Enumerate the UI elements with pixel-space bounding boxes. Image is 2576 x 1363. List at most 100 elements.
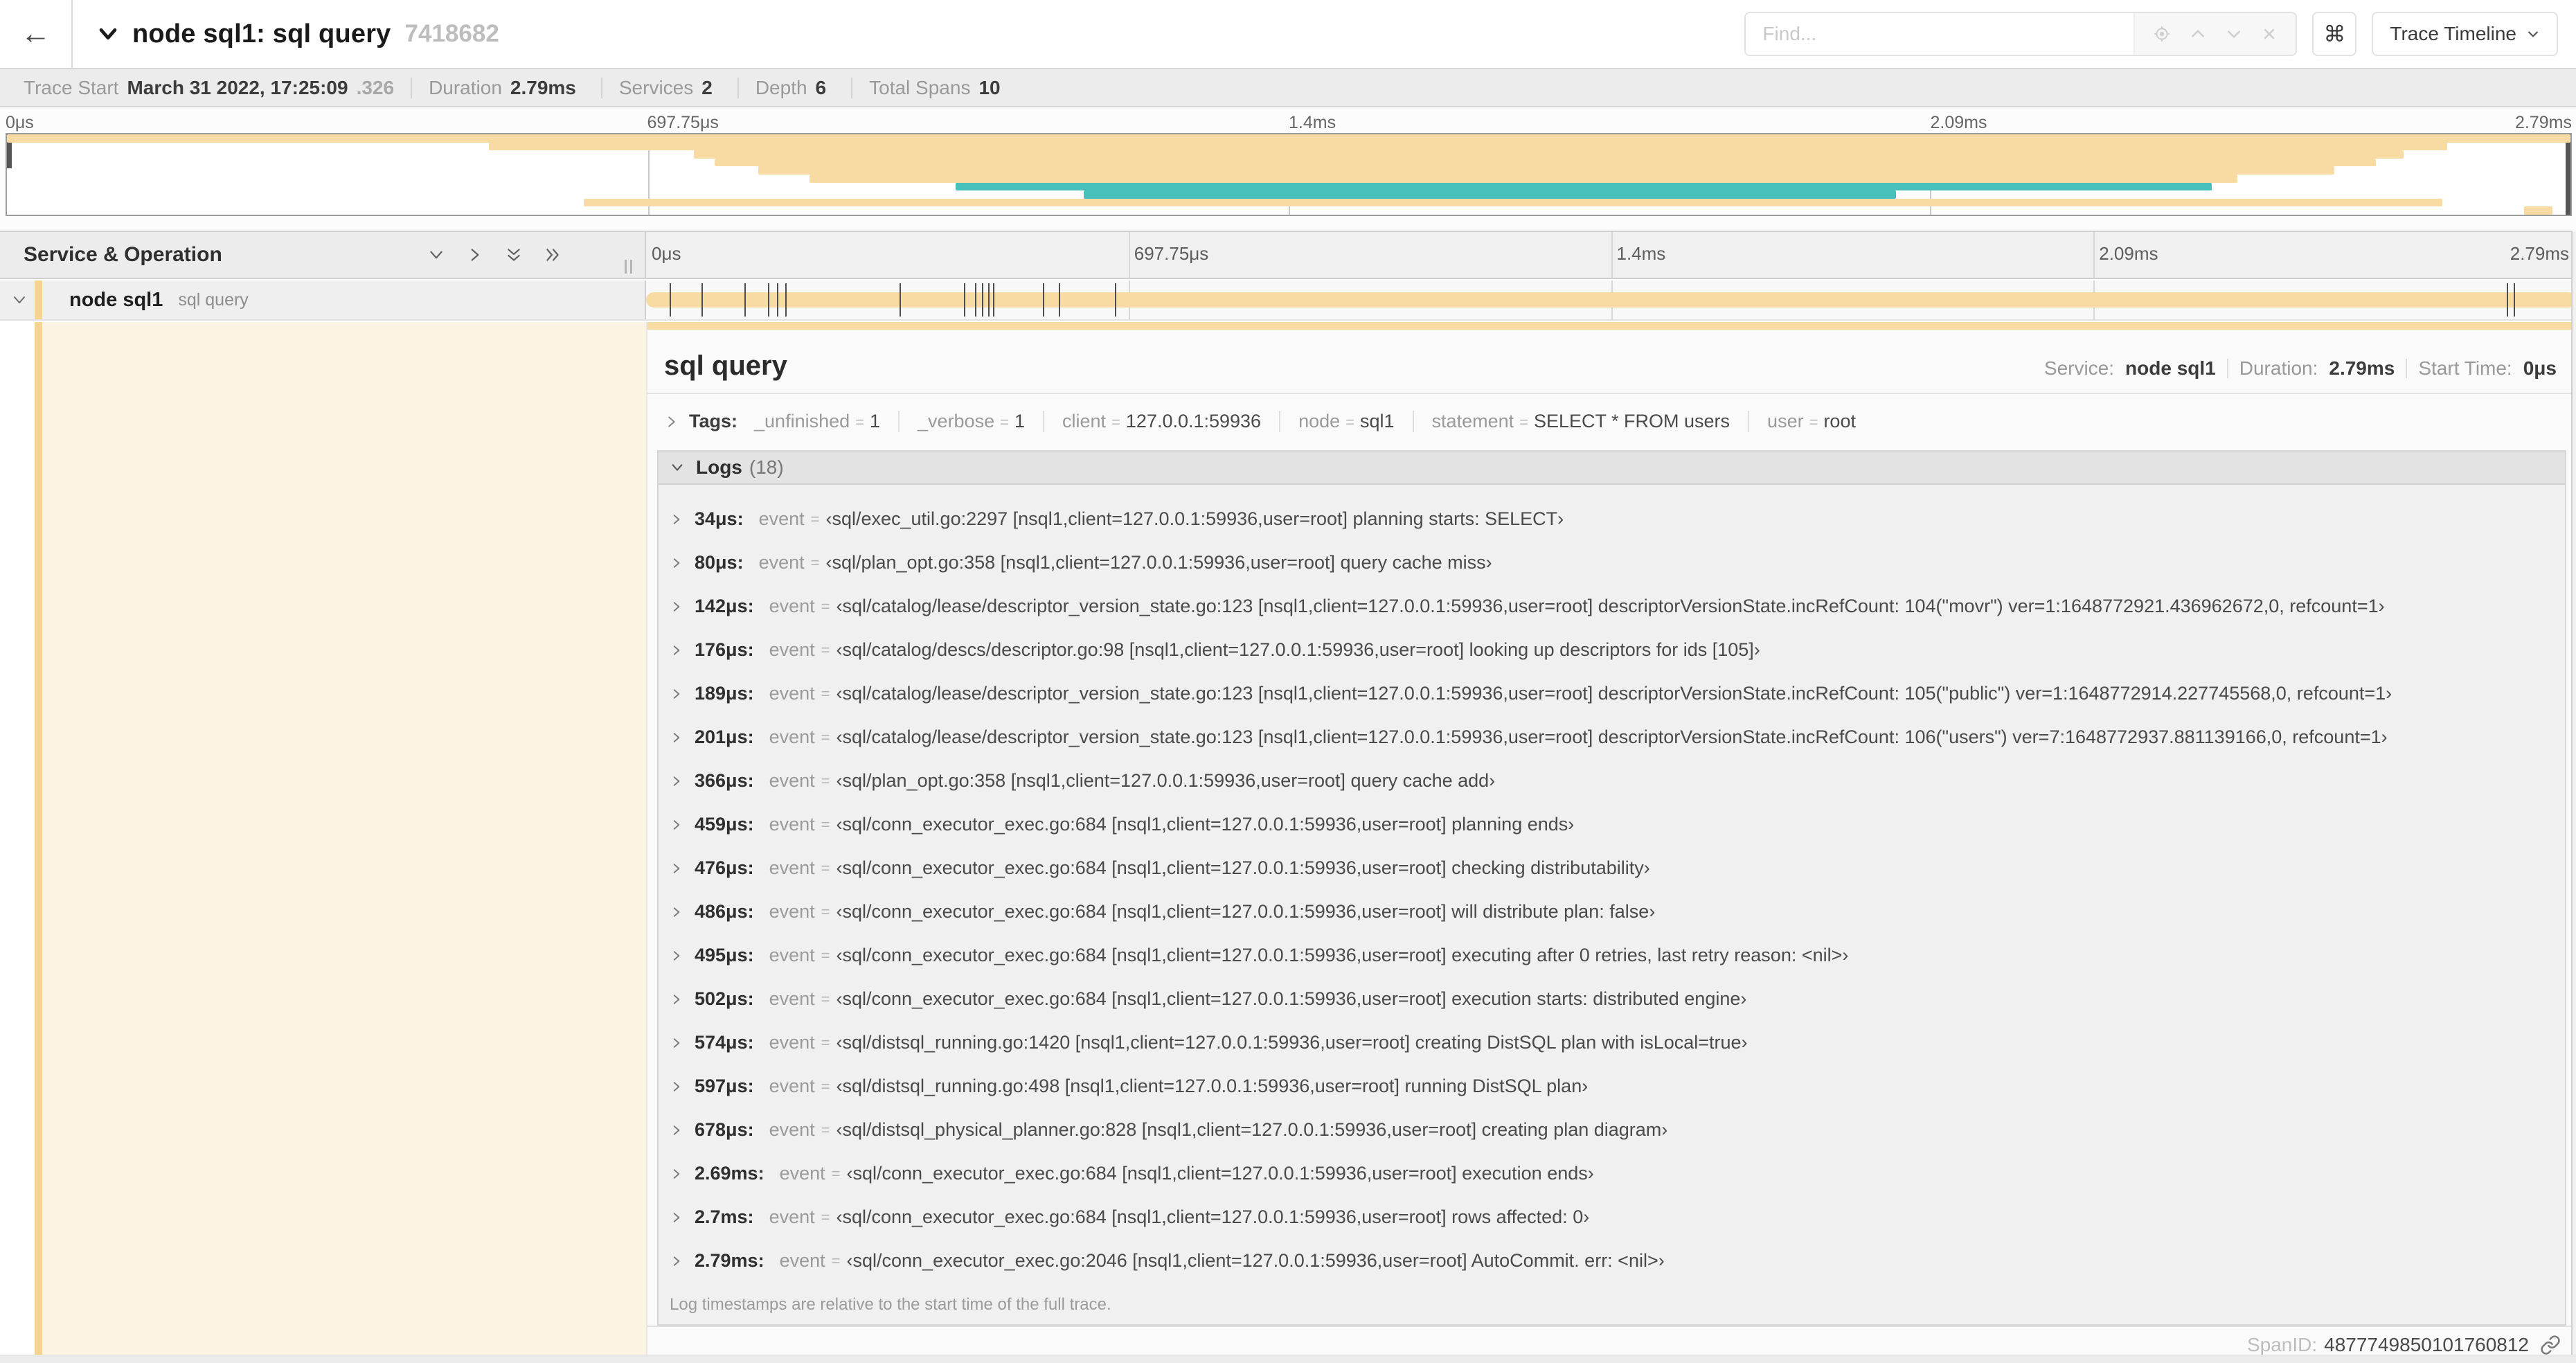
logs-title: Logs bbox=[696, 456, 742, 479]
log-expand-icon[interactable] bbox=[670, 1254, 683, 1268]
log-expand-icon[interactable] bbox=[670, 774, 683, 788]
collapse-controls bbox=[427, 232, 562, 278]
span-id-label: SpanID: bbox=[2246, 1334, 2318, 1356]
log-row[interactable]: 502μs: event = ‹sql/conn_executor_exec.g… bbox=[659, 977, 2565, 1021]
log-row[interactable]: 486μs: event = ‹sql/conn_executor_exec.g… bbox=[659, 890, 2565, 934]
log-expand-icon[interactable] bbox=[670, 1211, 683, 1224]
log-field-key: event bbox=[758, 552, 805, 573]
span-id-value: 4877749850101760812 bbox=[2324, 1334, 2529, 1356]
log-timestamp: 2.69ms: bbox=[695, 1163, 764, 1184]
log-row[interactable]: 142μs: event = ‹sql/catalog/lease/descri… bbox=[659, 585, 2565, 628]
tag-item[interactable]: node = sql1 bbox=[1279, 411, 1412, 433]
log-expand-icon[interactable] bbox=[670, 862, 683, 875]
log-expand-icon[interactable] bbox=[670, 1167, 683, 1181]
collapse-span-icon[interactable] bbox=[11, 292, 36, 308]
prev-result-icon[interactable] bbox=[2189, 25, 2207, 43]
log-expand-icon[interactable] bbox=[670, 818, 683, 832]
log-expand-icon[interactable] bbox=[670, 1123, 683, 1137]
span-bar-cell[interactable] bbox=[646, 280, 2576, 319]
expand-all-icon[interactable] bbox=[544, 246, 562, 264]
log-row[interactable]: 574μs: event = ‹sql/distsql_running.go:1… bbox=[659, 1021, 2565, 1064]
back-button[interactable]: ← bbox=[0, 0, 73, 68]
log-row[interactable]: 80μs: event = ‹sql/plan_opt.go:358 [nsql… bbox=[659, 541, 2565, 585]
span-row-node-sql1[interactable]: node sql1 sql query bbox=[0, 280, 2576, 321]
span-row-name-cell[interactable]: node sql1 sql query bbox=[0, 280, 646, 319]
chevron-down-icon[interactable] bbox=[96, 22, 120, 46]
start-time-value: 0μs bbox=[2523, 357, 2557, 380]
log-row[interactable]: 495μs: event = ‹sql/conn_executor_exec.g… bbox=[659, 934, 2565, 977]
tag-item[interactable]: client = 127.0.0.1:59936 bbox=[1043, 411, 1279, 433]
log-field-key: event bbox=[769, 814, 815, 835]
log-field-value: ‹sql/plan_opt.go:358 [nsql1,client=127.0… bbox=[836, 770, 1496, 792]
tag-item[interactable]: user = root bbox=[1748, 411, 1874, 433]
log-row[interactable]: 2.69ms: event = ‹sql/conn_executor_exec.… bbox=[659, 1152, 2565, 1195]
ruler-tick-label: 2.79ms bbox=[2510, 243, 2569, 264]
find-input[interactable] bbox=[1746, 13, 2134, 55]
expand-one-icon[interactable] bbox=[466, 246, 484, 264]
locate-icon[interactable] bbox=[2153, 25, 2171, 43]
log-field-value: ‹sql/conn_executor_exec.go:684 [nsql1,cl… bbox=[836, 945, 1849, 966]
minimap-right-scrubber-handle[interactable] bbox=[2566, 134, 2570, 215]
find-group bbox=[1744, 12, 2298, 56]
log-row[interactable]: 201μs: event = ‹sql/catalog/lease/descri… bbox=[659, 715, 2565, 759]
trace-view-selector-label: Trace Timeline bbox=[2390, 23, 2516, 44]
log-row[interactable]: 476μs: event = ‹sql/conn_executor_exec.g… bbox=[659, 846, 2565, 890]
horizontal-scrollbar-track[interactable] bbox=[0, 1355, 2576, 1363]
collapse-all-icon[interactable] bbox=[505, 246, 523, 264]
log-timestamp: 678μs: bbox=[695, 1119, 754, 1141]
log-expand-icon[interactable] bbox=[670, 513, 683, 526]
log-expand-icon[interactable] bbox=[670, 1080, 683, 1094]
tags-expand-icon[interactable] bbox=[664, 414, 679, 429]
log-row[interactable]: 366μs: event = ‹sql/plan_opt.go:358 [nsq… bbox=[659, 759, 2565, 803]
log-field-value: ‹sql/exec_util.go:2297 [nsql1,client=127… bbox=[825, 508, 1564, 530]
minimap-span-bar bbox=[809, 175, 2237, 183]
minimap-tick-label: 1.4ms bbox=[1289, 113, 1336, 132]
log-row[interactable]: 459μs: event = ‹sql/conn_executor_exec.g… bbox=[659, 803, 2565, 846]
log-row[interactable]: 34μs: event = ‹sql/exec_util.go:2297 [ns… bbox=[659, 497, 2565, 541]
deep-link-icon[interactable] bbox=[2540, 1335, 2561, 1355]
back-arrow-icon: ← bbox=[20, 17, 51, 51]
top-bar-controls: ⌘ Trace Timeline bbox=[1744, 12, 2576, 56]
log-expand-icon[interactable] bbox=[670, 992, 683, 1006]
vertical-scrollbar-track[interactable] bbox=[2571, 231, 2576, 1363]
tag-item[interactable]: _verbose = 1 bbox=[898, 411, 1043, 433]
log-expand-icon[interactable] bbox=[670, 600, 683, 614]
log-marker-tick bbox=[963, 283, 965, 317]
logs-header[interactable]: Logs (18) bbox=[659, 452, 2565, 485]
detail-left-column bbox=[0, 322, 646, 1363]
log-row[interactable]: 176μs: event = ‹sql/catalog/descs/descri… bbox=[659, 628, 2565, 672]
log-field-value: ‹sql/catalog/descs/descriptor.go:98 [nsq… bbox=[836, 639, 1760, 661]
log-expand-icon[interactable] bbox=[670, 949, 683, 963]
service-operation-title: Service & Operation bbox=[24, 243, 222, 266]
keyboard-shortcuts-button[interactable]: ⌘ bbox=[2312, 12, 2357, 56]
ruler-gridline bbox=[2093, 232, 2095, 278]
log-expand-icon[interactable] bbox=[670, 731, 683, 745]
log-expand-icon[interactable] bbox=[670, 1036, 683, 1050]
trace-view-selector[interactable]: Trace Timeline bbox=[2372, 12, 2558, 56]
log-expand-icon[interactable] bbox=[670, 643, 683, 657]
log-row[interactable]: 597μs: event = ‹sql/distsql_running.go:4… bbox=[659, 1064, 2565, 1108]
tag-item[interactable]: _unfinished = 1 bbox=[754, 411, 898, 432]
log-row[interactable]: 2.79ms: event = ‹sql/conn_executor_exec.… bbox=[659, 1239, 2565, 1283]
tag-item[interactable]: statement = SELECT * FROM users bbox=[1412, 411, 1748, 433]
log-row[interactable]: 2.7ms: event = ‹sql/conn_executor_exec.g… bbox=[659, 1195, 2565, 1239]
column-resizer-handle[interactable] bbox=[625, 260, 632, 274]
minimap-span-bar bbox=[694, 150, 2404, 159]
log-field-value: ‹sql/catalog/lease/descriptor_version_st… bbox=[836, 596, 2385, 617]
log-row[interactable]: 678μs: event = ‹sql/distsql_physical_pla… bbox=[659, 1108, 2565, 1152]
tags-list: _unfinished = 1 _verbose = 1 client = 12… bbox=[754, 411, 1874, 433]
logs-collapse-icon bbox=[670, 460, 685, 475]
next-result-icon[interactable] bbox=[2225, 25, 2243, 43]
span-duration-bar[interactable] bbox=[646, 292, 2576, 308]
span-color-accent bbox=[35, 322, 42, 1363]
trace-minimap-canvas[interactable] bbox=[6, 133, 2572, 216]
log-expand-icon[interactable] bbox=[670, 556, 683, 570]
log-expand-icon[interactable] bbox=[670, 905, 683, 919]
log-field-key: event bbox=[769, 1206, 815, 1228]
collapse-one-icon[interactable] bbox=[427, 246, 445, 264]
clear-search-icon[interactable] bbox=[2261, 26, 2278, 42]
log-field-key: event bbox=[779, 1250, 825, 1272]
log-field-key: event bbox=[769, 1032, 815, 1053]
log-expand-icon[interactable] bbox=[670, 687, 683, 701]
log-row[interactable]: 189μs: event = ‹sql/catalog/lease/descri… bbox=[659, 672, 2565, 715]
